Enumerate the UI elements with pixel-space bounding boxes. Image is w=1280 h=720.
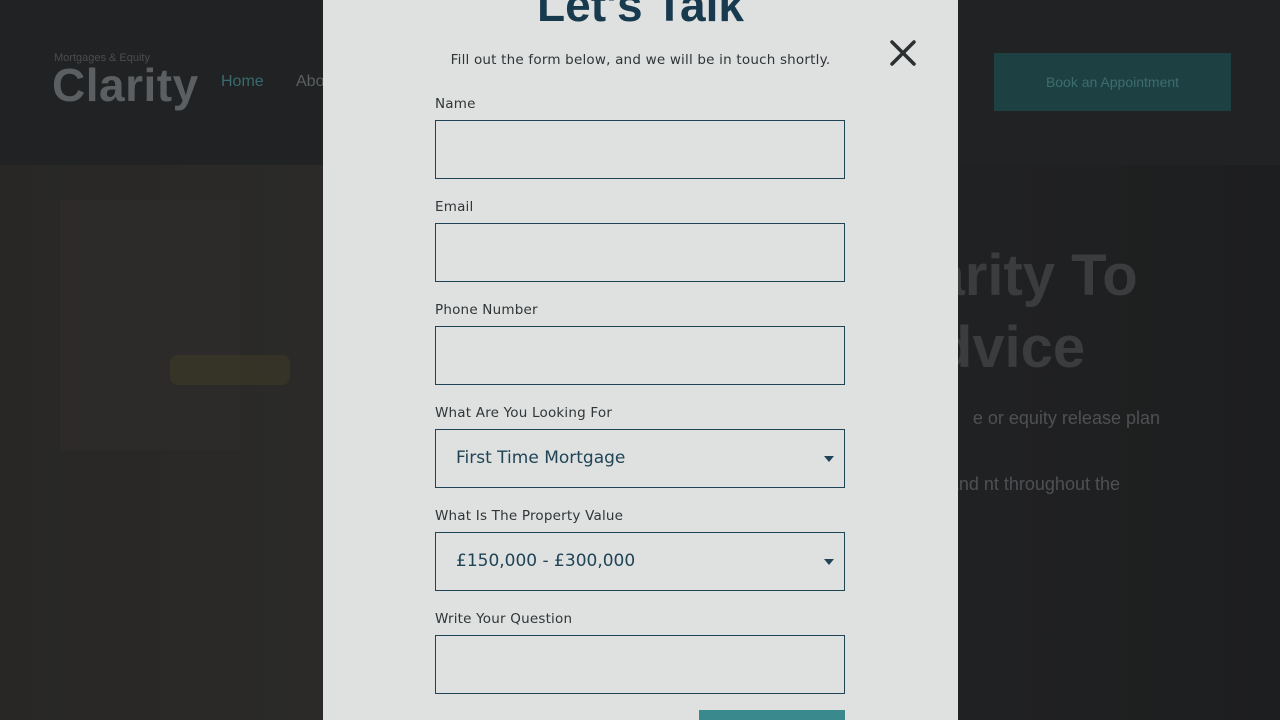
site-logo[interactable]: Clarity (52, 58, 199, 112)
modal-subtitle: Fill out the form below, and we will be … (450, 52, 831, 68)
question-input[interactable] (436, 636, 844, 693)
phone-label: Phone Number (435, 302, 538, 318)
chevron-down-icon (824, 559, 834, 565)
phone-field-box (435, 326, 845, 385)
email-label: Email (435, 199, 474, 215)
phone-input[interactable] (436, 327, 844, 384)
hero-photo-flowers (170, 355, 290, 385)
property-value-label: What Is The Property Value (435, 508, 624, 524)
looking-for-value: First Time Mortgage (456, 448, 626, 468)
contact-modal: Let's Talk Fill out the form below, and … (323, 0, 958, 720)
email-field-box (435, 223, 845, 282)
property-value-value: £150,000 - £300,000 (456, 551, 636, 571)
question-field-box (435, 635, 845, 694)
name-input[interactable] (436, 121, 844, 178)
question-label: Write Your Question (435, 611, 573, 627)
name-field-box (435, 120, 845, 179)
property-value-select[interactable]: £150,000 - £300,000 (435, 532, 845, 591)
name-label: Name (435, 96, 476, 112)
hero-photo (60, 200, 240, 450)
submit-button[interactable] (699, 710, 845, 720)
looking-for-label: What Are You Looking For (435, 405, 613, 421)
nav-home[interactable]: Home (221, 73, 264, 91)
book-appointment-button[interactable]: Book an Appointment (994, 53, 1231, 111)
chevron-down-icon (824, 456, 834, 462)
modal-title: Let's Talk (537, 0, 744, 31)
looking-for-select[interactable]: First Time Mortgage (435, 429, 845, 488)
email-input[interactable] (436, 224, 844, 281)
